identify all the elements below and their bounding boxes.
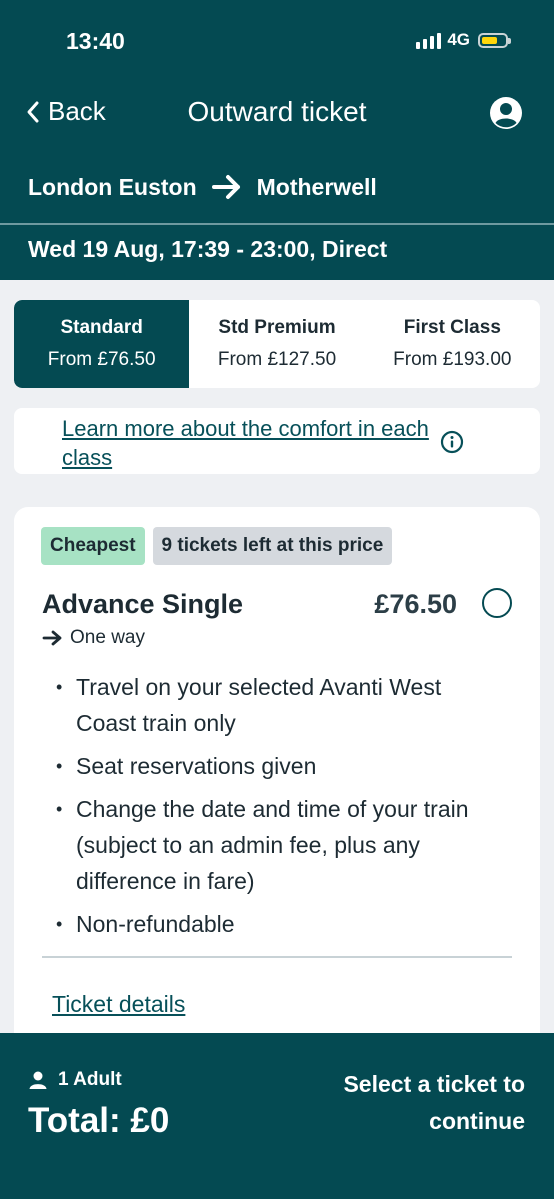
chevron-left-icon [27, 101, 39, 122]
tab-price: From £76.50 [47, 349, 156, 370]
fare-feature: Travel on your selected Avanti West Coas… [56, 669, 496, 741]
total-price: Total: £0 [28, 1101, 170, 1140]
tab-standard[interactable]: Standard From £76.50 [14, 300, 190, 388]
tab-name: Std Premium [218, 317, 336, 338]
fare-feature: Non-refundable [56, 906, 496, 942]
learn-more-link[interactable]: Learn more about the comfort in each cla… [62, 414, 442, 472]
continue-button[interactable]: Select a ticket to continue [295, 1066, 525, 1140]
status-indicators: 4G [416, 30, 511, 50]
fare-name: Advance Single [42, 589, 244, 619]
footer-bar: 1 Adult Total: £0 Select a ticket to con… [0, 1033, 554, 1199]
fare-features: Travel on your selected Avanti West Coas… [56, 669, 496, 949]
class-tabs: Standard From £76.50 Std Premium From £1… [14, 300, 540, 388]
destination-station: Motherwell [256, 173, 377, 200]
arrow-right-icon [211, 175, 240, 199]
fare-badges: Cheapest 9 tickets left at this price [41, 527, 393, 565]
arrow-right-icon [42, 630, 62, 646]
fare-direction: One way [42, 627, 145, 649]
journey-summary: Wed 19 Aug, 17:39 - 23:00, Direct [28, 236, 388, 262]
cheapest-badge: Cheapest [41, 527, 145, 565]
tab-first-class[interactable]: First Class From £193.00 [365, 300, 540, 388]
learn-more-box: Learn more about the comfort in each cla… [14, 408, 540, 474]
fare-price: £76.50 [374, 589, 457, 619]
back-label: Back [48, 96, 106, 126]
signal-icon [416, 31, 442, 49]
passenger-summary[interactable]: 1 Adult [28, 1069, 122, 1091]
fare-feature: Seat reservations given [56, 748, 496, 784]
account-icon[interactable] [489, 96, 523, 130]
back-button[interactable]: Back [26, 96, 106, 127]
tab-name: First Class [403, 317, 501, 338]
tab-price: From £193.00 [393, 349, 512, 370]
ticket-details-link[interactable]: Ticket details [52, 991, 185, 1018]
origin-station: London Euston [28, 173, 197, 200]
header: 13:40 4G Back Outward ticket London Eust… [0, 0, 554, 280]
header-divider [0, 223, 554, 225]
info-icon[interactable] [440, 430, 464, 454]
tab-name: Standard [60, 317, 143, 338]
fare-card[interactable]: Cheapest 9 tickets left at this price Ad… [14, 507, 540, 1107]
tab-std-premium[interactable]: Std Premium From £127.50 [189, 300, 364, 388]
card-divider [42, 956, 512, 958]
status-time: 13:40 [66, 28, 125, 54]
fare-select-radio[interactable] [482, 588, 512, 618]
tab-price: From £127.50 [217, 349, 337, 370]
person-icon [29, 1071, 47, 1089]
fare-feature: Change the date and time of your train (… [56, 791, 496, 899]
direction-label: One way [70, 627, 145, 648]
passenger-count: 1 Adult [58, 1069, 122, 1090]
route: London Euston Motherwell [28, 173, 377, 201]
battery-icon [478, 32, 511, 48]
availability-badge: 9 tickets left at this price [152, 527, 393, 565]
network-type: 4G [447, 30, 470, 49]
